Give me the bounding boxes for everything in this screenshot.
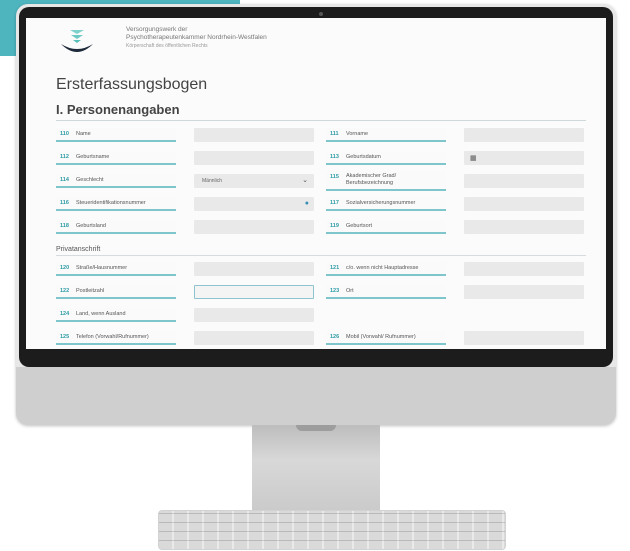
org-line-2: Psychotherapeutenkammer Nordrhein-Westfa… [126, 34, 267, 41]
organization-name: Versorgungswerk der Psychotherapeutenkam… [126, 26, 267, 50]
land-input[interactable] [194, 308, 314, 322]
telefon-input[interactable] [194, 331, 314, 345]
stand-notch [296, 425, 336, 431]
geburtsname-input[interactable] [194, 151, 314, 165]
org-line-3: Körperschaft des öffentlichen Rechts [126, 43, 208, 49]
field-label-strasse: 120 Straße/Hausnummer [56, 262, 176, 276]
field-label-geburtsdatum: 113 Geburtsdatum [326, 151, 446, 165]
field-label-geburtsort: 119 Geburtsort [326, 220, 446, 234]
vorname-input[interactable] [464, 128, 584, 142]
ort-input[interactable] [464, 285, 584, 299]
name-input[interactable] [194, 128, 314, 142]
co-input[interactable] [464, 262, 584, 276]
field-label-akademischer-grad: 115 Akademischer Grad/ Berufsbezeichnung [326, 171, 446, 191]
field-label-name: 110 Name [56, 128, 176, 142]
geburtsdatum-input[interactable]: ▦ [464, 151, 584, 165]
calendar-icon[interactable]: ▦ [470, 154, 477, 162]
sozialversicherungsnummer-input[interactable] [464, 197, 584, 211]
akademischer-grad-input[interactable] [464, 174, 584, 188]
field-label-ort: 123 Ort [326, 285, 446, 299]
logo-icon [61, 30, 93, 52]
page-title: Ersterfassungsbogen [56, 76, 208, 93]
camera-icon [319, 12, 323, 16]
field-label-geschlecht: 114 Geschlecht [56, 174, 176, 188]
field-label-mobil: 126 Mobil (Vorwahl/ Rufnummer) [326, 331, 446, 345]
steuerid-input[interactable]: ● [194, 197, 314, 211]
mobil-input[interactable] [464, 331, 584, 345]
geschlecht-select[interactable]: Männlich ⌄ [194, 174, 314, 188]
field-label-geburtsname: 112 Geburtsname [56, 151, 176, 165]
field-label-steuerid: 116 Steueridentifikationsnummer [56, 197, 176, 211]
subsection-title: Privatanschrift [56, 246, 101, 253]
strasse-input[interactable] [194, 262, 314, 276]
field-label-telefon: 125 Telefon (Vorwahl/Rufnummer) [56, 331, 176, 345]
monitor-stand [252, 425, 380, 513]
field-label-postleitzahl: 122 Postleitzahl [56, 285, 176, 299]
field-label-vorname: 111 Vorname [326, 128, 446, 142]
field-label-sozialversicherungsnummer: 117 Sozialversicherungsnummer [326, 197, 446, 211]
chevron-down-icon[interactable]: ⌄ [302, 176, 308, 184]
postleitzahl-input[interactable] [194, 285, 314, 299]
field-label-land: 124 Land, wenn Ausland [56, 308, 176, 322]
divider [56, 255, 586, 256]
field-label-geburtsland: 118 Geburtsland [56, 220, 176, 234]
monitor-chin [16, 367, 616, 425]
geschlecht-value: Männlich [202, 178, 223, 184]
keyboard [158, 510, 506, 550]
screen: Versorgungswerk der Psychotherapeutenkam… [26, 18, 606, 349]
geburtsort-input[interactable] [464, 220, 584, 234]
field-label-co: 121 c/o. wenn nicht Hauptadresse [326, 262, 446, 276]
org-line-1: Versorgungswerk der [126, 26, 188, 33]
geburtsland-input[interactable] [194, 220, 314, 234]
section-title: I. Personenangaben [56, 102, 180, 117]
divider [56, 120, 586, 121]
info-icon[interactable]: ● [305, 200, 309, 207]
